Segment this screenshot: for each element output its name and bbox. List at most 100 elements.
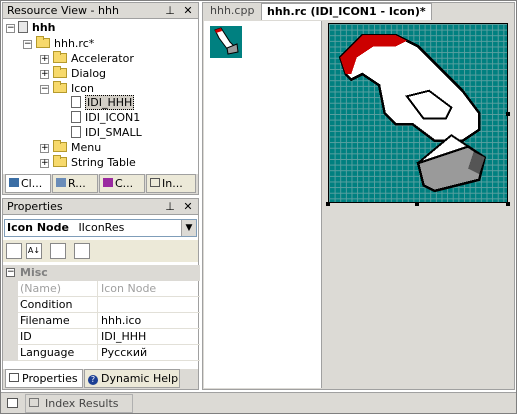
tree-item-dialog[interactable]: Dialog	[53, 66, 107, 81]
tree-item-idi-hhh[interactable]: IDI_HHH	[71, 95, 135, 110]
folder-icon	[53, 51, 67, 63]
property-grid: − Misc (Name) Icon Node Condition Filena…	[3, 265, 200, 365]
tree-item-menu[interactable]: Menu	[53, 140, 102, 155]
property-value[interactable]: Русский	[98, 345, 200, 361]
object-name: Icon Node	[7, 221, 69, 234]
object-type: IIconRes	[78, 221, 125, 234]
property-row[interactable]: ID IDI_HHH	[3, 329, 200, 345]
property-pages-icon[interactable]	[74, 243, 90, 259]
property-value[interactable]: IDI_HHH	[98, 329, 200, 345]
property-row[interactable]: Condition	[3, 297, 200, 313]
tab-dynamic-help[interactable]: ? Dynamic Help	[84, 369, 180, 388]
expand-string-table-icon[interactable]: +	[40, 159, 49, 168]
tree-item-root[interactable]: hhh	[18, 21, 56, 35]
tree-root-label: hhh	[32, 21, 56, 34]
folder-icon	[36, 36, 50, 48]
collapse-category-icon[interactable]: −	[6, 268, 15, 277]
expand-menu-icon[interactable]: +	[40, 144, 49, 153]
folder-icon	[53, 66, 67, 78]
property-value: Icon Node	[98, 281, 200, 297]
grid-gutter	[3, 345, 18, 361]
resize-handle[interactable]	[506, 112, 510, 116]
categorized-icon[interactable]	[6, 243, 22, 259]
properties-tab-icon	[9, 373, 19, 382]
chevron-down-icon[interactable]: ▼	[181, 220, 196, 236]
tree-idi-small-label: IDI_SMALL	[85, 126, 142, 139]
expand-dialog-icon[interactable]: +	[40, 70, 49, 79]
collapse-icon-folder-icon[interactable]: −	[40, 85, 49, 94]
tree-idi-icon1-label: IDI_ICON1	[85, 111, 141, 124]
icon-pixel-art	[338, 33, 487, 193]
tree-icon-label: Icon	[71, 82, 94, 95]
book-icon	[103, 178, 113, 187]
property-value[interactable]	[98, 297, 200, 313]
project-icon	[18, 21, 28, 33]
tab-properties-label: Properties	[22, 372, 78, 385]
property-row[interactable]: Filename hhh.ico	[3, 313, 200, 329]
tree-item-idi-small[interactable]: IDI_SMALL	[71, 126, 142, 140]
close-icon[interactable]: ✕	[181, 3, 195, 18]
resize-handle[interactable]	[326, 202, 330, 206]
pin-icon[interactable]: ⊥	[163, 3, 177, 18]
property-value[interactable]: hhh.ico	[98, 313, 200, 329]
search-results-icon	[29, 398, 39, 407]
tab-contents[interactable]: C...	[99, 174, 145, 193]
output-icon[interactable]	[7, 398, 18, 408]
help-icon: ?	[88, 375, 98, 385]
tab-dynamic-help-label: Dynamic Help	[101, 372, 179, 385]
property-row[interactable]: (Name) Icon Node	[3, 281, 200, 297]
class-view-icon	[9, 178, 19, 187]
tree-item-accelerator[interactable]: Accelerator	[53, 51, 134, 66]
tab-resource-view[interactable]: R...	[52, 174, 98, 193]
collapse-rc-icon[interactable]: −	[23, 40, 32, 49]
grid-gutter	[3, 297, 18, 313]
tab-hhh-cpp[interactable]: hhh.cpp	[205, 3, 259, 20]
collapse-root-icon[interactable]: −	[6, 24, 15, 33]
tab-contents-label: C...	[115, 177, 134, 190]
tree-dialog-label: Dialog	[71, 67, 107, 80]
tab-properties[interactable]: Properties	[5, 369, 83, 388]
tab-class-view[interactable]: Cl...	[5, 174, 51, 193]
folder-icon	[53, 81, 67, 93]
tab-hhh-rc-icon-label: hhh.rc (IDI_ICON1 - Icon)*	[267, 5, 426, 18]
folder-icon	[53, 140, 67, 152]
tab-class-view-label: Cl...	[21, 177, 43, 190]
close-icon[interactable]: ✕	[181, 199, 195, 214]
object-selector[interactable]: Icon Node IIconRes ▼	[4, 219, 197, 237]
bottom-bar: Index Results	[1, 392, 516, 413]
tab-index-results[interactable]: Index Results	[25, 394, 133, 413]
icon-pixel-grid[interactable]	[328, 23, 508, 203]
tab-index-results-label: Index Results	[45, 397, 119, 410]
resize-handle[interactable]	[506, 202, 510, 206]
tree-menu-label: Menu	[71, 141, 102, 154]
grid-gutter	[3, 329, 18, 345]
properties-icon[interactable]	[50, 243, 66, 259]
tree-item-idi-icon1[interactable]: IDI_ICON1	[71, 111, 140, 125]
resource-view-icon	[56, 178, 66, 187]
icon-resource-icon	[71, 96, 81, 108]
editor-area: hhh.cpp hhh.rc (IDI_ICON1 - Icon)*	[202, 2, 515, 390]
property-key: Filename	[18, 313, 98, 329]
tab-index-label: In...	[162, 177, 183, 190]
resize-handle[interactable]	[415, 202, 419, 206]
tree-item-rc[interactable]: hhh.rc*	[36, 36, 94, 51]
category-row[interactable]: − Misc	[3, 265, 200, 281]
expand-accelerator-icon[interactable]: +	[40, 55, 49, 64]
property-key: ID	[18, 329, 98, 345]
document-tabs: hhh.cpp hhh.rc (IDI_ICON1 - Icon)*	[203, 3, 514, 20]
tree-item-icon[interactable]: Icon	[53, 81, 94, 96]
pin-icon[interactable]: ⊥	[163, 199, 177, 214]
tab-index[interactable]: In...	[146, 174, 196, 193]
alphabetical-icon[interactable]: A↓	[26, 243, 42, 259]
property-row[interactable]: Language Русский	[3, 345, 200, 361]
properties-title: Properties	[7, 200, 63, 213]
grid-gutter	[3, 281, 18, 297]
property-key: Language	[18, 345, 98, 361]
tab-hhh-cpp-label: hhh.cpp	[210, 4, 255, 17]
properties-tabs: Properties ? Dynamic Help	[3, 369, 198, 389]
tree-string-table-label: String Table	[71, 156, 136, 169]
tree-item-string-table[interactable]: String Table	[53, 155, 136, 170]
tab-hhh-rc-icon[interactable]: hhh.rc (IDI_ICON1 - Icon)*	[261, 3, 432, 20]
grid-gutter	[3, 313, 18, 329]
icon-preview-pane	[204, 21, 322, 388]
